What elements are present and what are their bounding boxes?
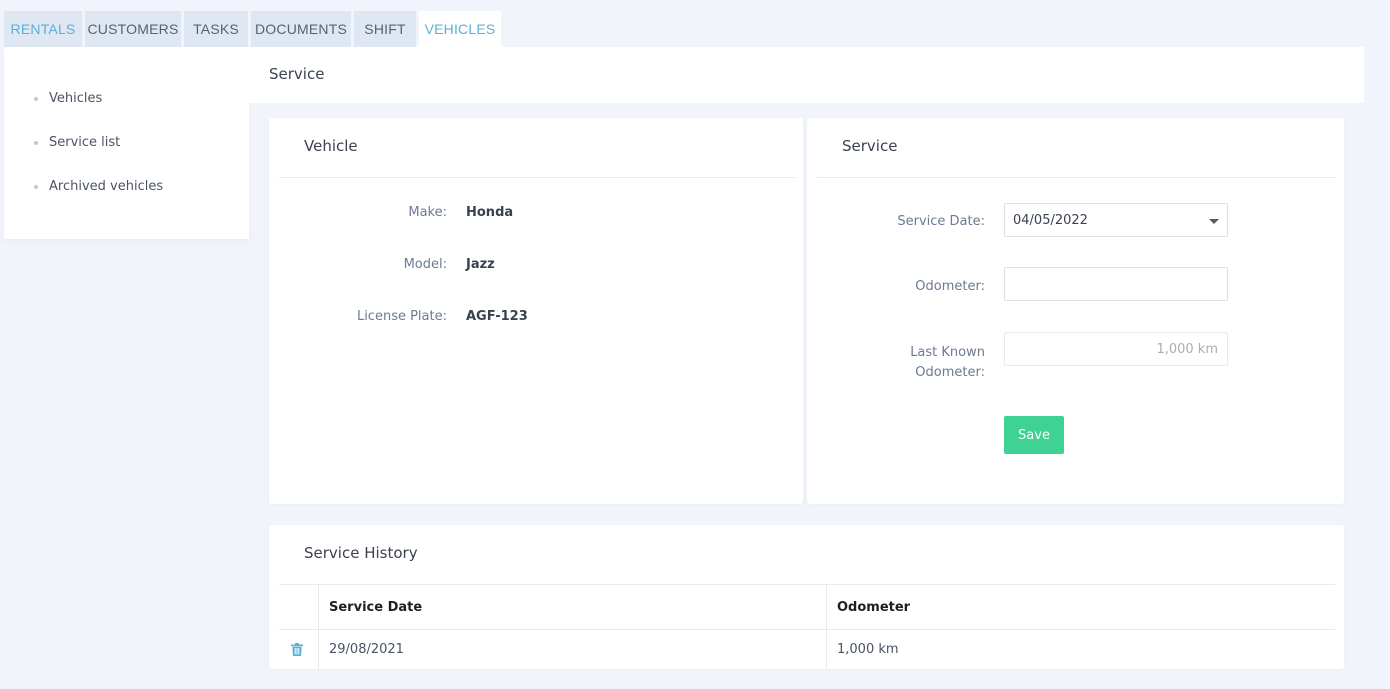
- table-divider: [279, 584, 1335, 585]
- odometer-field[interactable]: [1004, 267, 1228, 301]
- col-header-service-date[interactable]: Service Date: [329, 600, 422, 615]
- sidebar-item-label: Service list: [49, 135, 121, 150]
- vehicle-card: Vehicle Make: Honda Model: Jazz License …: [269, 118, 803, 504]
- license-plate-label: License Plate:: [356, 309, 447, 324]
- page-header: Service: [249, 47, 1364, 103]
- service-card: Service Service Date: 04/05/2022 Odomete…: [807, 118, 1344, 504]
- cell-odometer: 1,000 km: [837, 642, 899, 657]
- tab-rentals[interactable]: RENTALS: [4, 11, 82, 47]
- main-tabs: RENTALS CUSTOMERS TASKS DOCUMENTS SHIFT …: [4, 11, 501, 47]
- odometer-label: Odometer:: [915, 279, 985, 294]
- service-card-title: Service: [842, 137, 898, 155]
- cell-service-date: 29/08/2021: [329, 642, 404, 657]
- tab-shift[interactable]: SHIFT: [354, 11, 416, 47]
- table-divider: [318, 584, 319, 669]
- divider: [817, 177, 1336, 178]
- last-known-odometer-placeholder: 1,000 km: [1156, 342, 1218, 357]
- last-known-label-line2: Odometer:: [915, 365, 985, 380]
- tab-tasks[interactable]: TASKS: [184, 11, 248, 47]
- service-history-title: Service History: [304, 544, 418, 562]
- tab-vehicles[interactable]: VEHICLES: [419, 11, 501, 47]
- divider: [279, 177, 795, 178]
- last-known-odometer-field: 1,000 km: [1004, 332, 1228, 366]
- tab-customers[interactable]: CUSTOMERS: [85, 11, 181, 47]
- vehicle-card-title: Vehicle: [304, 137, 358, 155]
- make-label: Make:: [408, 205, 447, 220]
- service-date-value: 04/05/2022: [1013, 213, 1088, 228]
- sidebar-item-vehicles[interactable]: Vehicles: [34, 91, 102, 106]
- table-divider: [279, 629, 1335, 630]
- service-date-label: Service Date:: [897, 214, 985, 229]
- model-label: Model:: [403, 257, 447, 272]
- last-known-label-line1: Last Known: [910, 345, 985, 360]
- tab-documents[interactable]: DOCUMENTS: [251, 11, 351, 47]
- bullet-icon: [34, 140, 38, 145]
- sidebar-item-service-list[interactable]: Service list: [34, 135, 120, 150]
- service-history-card: Service History Service Date Odometer 29…: [269, 525, 1344, 669]
- bullet-icon: [34, 184, 38, 189]
- trash-icon[interactable]: [291, 643, 303, 656]
- chevron-down-icon: [1209, 219, 1219, 224]
- make-value: Honda: [466, 205, 514, 220]
- sidebar-item-label: Archived vehicles: [49, 179, 164, 194]
- save-button[interactable]: Save: [1004, 416, 1064, 454]
- service-date-select[interactable]: 04/05/2022: [1004, 203, 1228, 237]
- sidebar: Vehicles Service list Archived vehicles: [4, 47, 249, 239]
- model-value: Jazz: [466, 257, 495, 272]
- bullet-icon: [34, 96, 38, 101]
- license-plate-value: AGF-123: [466, 309, 528, 324]
- last-known-odometer-label: Last Known Odometer:: [910, 343, 985, 383]
- sidebar-item-label: Vehicles: [49, 91, 103, 106]
- table-divider: [826, 584, 827, 669]
- col-header-odometer[interactable]: Odometer: [837, 600, 910, 615]
- page-title: Service: [269, 65, 325, 83]
- sidebar-item-archived-vehicles[interactable]: Archived vehicles: [34, 179, 163, 194]
